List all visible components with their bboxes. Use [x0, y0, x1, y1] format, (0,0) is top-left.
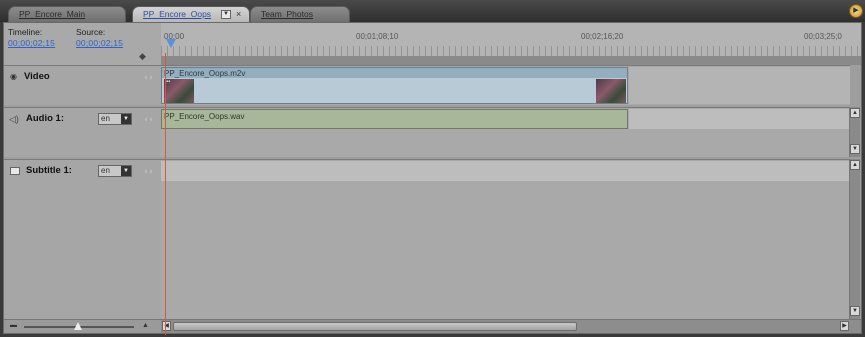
- ruler-label: 00;01;08;10: [356, 32, 399, 41]
- audio-scrollbar[interactable]: ▲ ▼: [849, 107, 860, 157]
- time-ruler[interactable]: 00;00 00;01;08;10 00;02;16;20 00;03;25;0: [161, 23, 861, 65]
- chevron-down-icon: ▼: [121, 166, 131, 176]
- horizontal-scrollbar[interactable]: ◀ ▶: [161, 319, 861, 333]
- subtitle-language-value: en: [101, 166, 110, 175]
- tab-label: Team_Photos: [261, 9, 313, 19]
- subtitle-track-name: Subtitle 1:: [26, 165, 72, 176]
- subtitle-track-header: Subtitle 1: en ▼ ◖◗: [4, 159, 161, 319]
- scroll-down-icon[interactable]: ▼: [850, 306, 860, 316]
- work-area-bar[interactable]: [161, 56, 861, 65]
- source-timecode[interactable]: 00;00;02;15: [76, 38, 123, 48]
- subtitle-language-select[interactable]: en ▼: [98, 165, 132, 177]
- video-track-header: ◉ Video ◖◗: [4, 65, 161, 105]
- tab-menu-icon[interactable]: ▼: [221, 10, 231, 19]
- playhead-icon[interactable]: [166, 39, 176, 48]
- source-label: Source:: [76, 27, 106, 37]
- video-track[interactable]: PP_Encore_Oops.m2v ▪▪: [161, 65, 850, 105]
- timeline-timecode[interactable]: 00;00;02;15: [8, 38, 55, 48]
- video-clip[interactable]: PP_Encore_Oops.m2v ▪▪: [161, 67, 628, 104]
- tab-team-photos[interactable]: Team_Photos: [250, 6, 350, 22]
- scroll-left-icon[interactable]: ◀: [162, 321, 171, 331]
- zoom-in-icon[interactable]: ▲: [142, 322, 149, 329]
- audio-track-header: ◁) Audio 1: en ▼ ◖◗: [4, 107, 161, 157]
- tab-pp-encore-main[interactable]: PP_Encore_Main: [8, 6, 126, 22]
- lock-icon[interactable]: ◖◗: [143, 114, 154, 124]
- scroll-thumb[interactable]: [173, 322, 577, 331]
- ruler-label: 00;02;16;20: [581, 32, 624, 41]
- audio-clip-name: PP_Encore_Oops.wav: [164, 112, 245, 121]
- tab-label: PP_Encore_Main: [19, 9, 86, 19]
- zoom-control: ▬ ▲: [4, 319, 161, 333]
- scroll-up-icon[interactable]: ▲: [850, 160, 860, 170]
- tab-label: PP_Encore_Oops: [143, 9, 212, 19]
- panel-menu-icon[interactable]: ▶: [849, 4, 863, 18]
- video-clip-name: PP_Encore_Oops.m2v: [164, 69, 246, 78]
- audio-track-empty[interactable]: [629, 109, 850, 129]
- speaker-icon[interactable]: ◁): [9, 114, 19, 125]
- thumbnail-tag-icon: ▪▪: [166, 79, 171, 85]
- audio-clip[interactable]: PP_Encore_Oops.wav: [161, 109, 628, 129]
- audio-track-name: Audio 1:: [26, 113, 64, 124]
- set-marker-icon[interactable]: ◆: [139, 51, 149, 61]
- tab-pp-encore-oops[interactable]: PP_Encore_Oops ▼ ×: [132, 6, 250, 22]
- playhead-line[interactable]: [165, 53, 166, 335]
- audio-track[interactable]: PP_Encore_Oops.wav: [161, 107, 850, 157]
- zoom-out-icon[interactable]: ▬: [10, 322, 17, 329]
- eye-icon[interactable]: ◉: [10, 72, 17, 81]
- chevron-down-icon: ▼: [121, 114, 131, 124]
- zoom-slider-handle[interactable]: [74, 322, 82, 330]
- timeline-label: Timeline:: [8, 27, 43, 37]
- timeline-header: Timeline: Source: 00;00;02;15 00;00;02;1…: [4, 23, 161, 65]
- video-track-empty[interactable]: [629, 67, 850, 104]
- ruler-ticks: [161, 46, 861, 56]
- tab-bar: PP_Encore_Main PP_Encore_Oops ▼ × Team_P…: [0, 0, 865, 22]
- timeline-panel: Timeline: Source: 00;00;02;15 00;00;02;1…: [3, 22, 862, 335]
- video-track-name: Video: [24, 71, 50, 82]
- clip-thumbnail-end: [596, 79, 626, 103]
- scroll-right-icon[interactable]: ▶: [840, 321, 849, 331]
- audio-language-select[interactable]: en ▼: [98, 113, 132, 125]
- lock-icon[interactable]: ◖◗: [143, 166, 154, 176]
- clip-thumbnail-start: ▪▪: [164, 79, 194, 103]
- scroll-down-icon[interactable]: ▼: [850, 144, 860, 154]
- subtitle-scrollbar[interactable]: ▲ ▼: [849, 159, 860, 319]
- subtitle-track-lane[interactable]: [161, 161, 850, 181]
- ruler-label: 00;03;25;0: [804, 32, 842, 41]
- scroll-up-icon[interactable]: ▲: [850, 108, 860, 118]
- close-icon[interactable]: ×: [236, 7, 241, 22]
- audio-language-value: en: [101, 114, 110, 123]
- subtitle-track[interactable]: [161, 159, 850, 319]
- subtitle-icon[interactable]: [10, 167, 20, 175]
- lock-icon[interactable]: ◖◗: [143, 72, 154, 82]
